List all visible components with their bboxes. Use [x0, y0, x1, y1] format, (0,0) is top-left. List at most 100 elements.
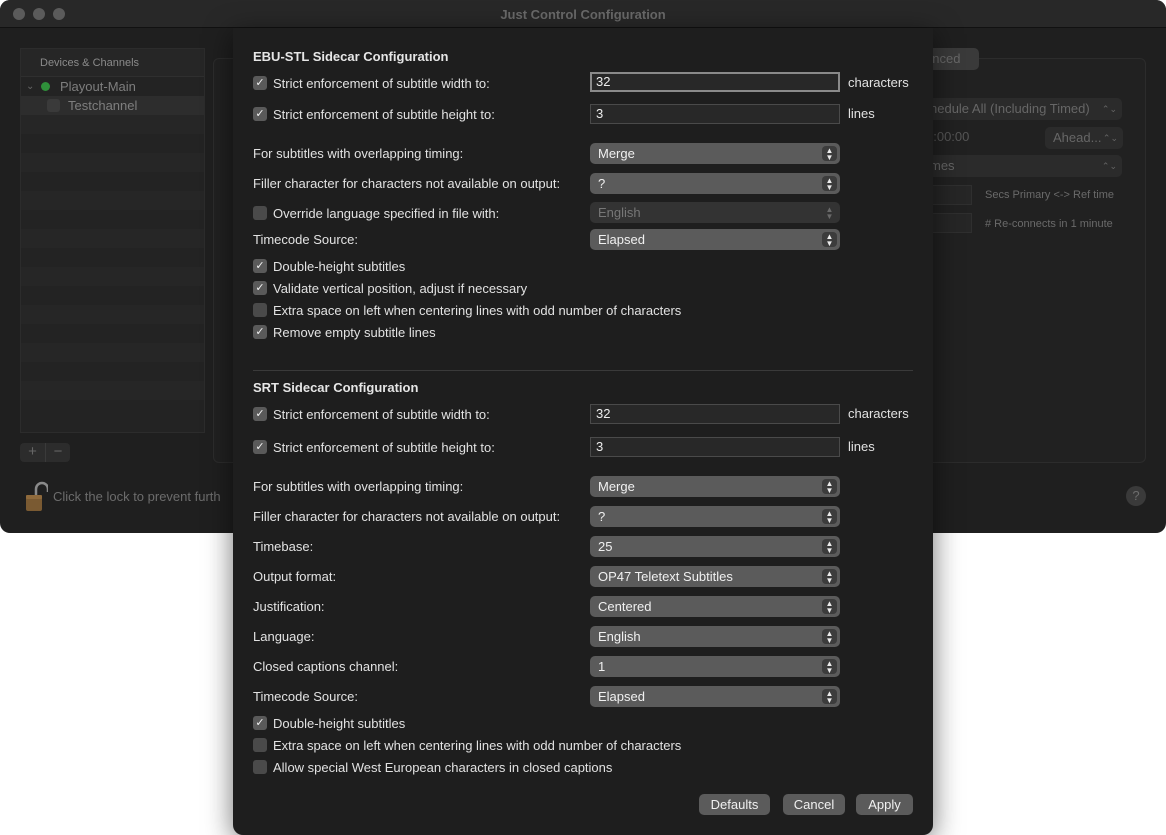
srt-justification-label: Justification: — [253, 599, 325, 614]
srt-width-field[interactable]: 32 — [590, 404, 840, 424]
frames-popup[interactable]: mes ⌃⌄ — [922, 155, 1122, 177]
ebu-extra-space-row[interactable]: Extra space on left when centering lines… — [253, 302, 681, 318]
ebu-height-checkbox-row[interactable]: ✓ Strict enforcement of subtitle height … — [253, 106, 495, 122]
checkbox-checked-icon[interactable]: ✓ — [253, 281, 267, 295]
ebu-section-title: EBU-STL Sidecar Configuration — [253, 49, 449, 64]
add-button[interactable]: + — [20, 443, 45, 462]
popup-arrows-icon: ▲ ▼ — [825, 205, 834, 221]
apply-button[interactable]: Apply — [856, 794, 913, 815]
ebu-overlap-popup[interactable]: Merge ▲ ▼ — [590, 143, 840, 164]
ebu-remove-empty-row[interactable]: ✓ Remove empty subtitle lines — [253, 324, 436, 340]
help-button[interactable]: ? — [1126, 486, 1146, 506]
ebu-validate-row[interactable]: ✓ Validate vertical position, adjust if … — [253, 280, 527, 296]
devices-channels-list: Devices & Channels ⌄ Playout-Main Testch… — [20, 48, 205, 433]
checkbox-checked-icon[interactable]: ✓ — [253, 440, 267, 454]
srt-timecode-popup[interactable]: Elapsed ▲ ▼ — [590, 686, 840, 707]
ebu-width-label: Strict enforcement of subtitle width to: — [273, 75, 490, 91]
srt-extra-space-label: Extra space on left when centering lines… — [273, 737, 682, 753]
checkbox-unchecked-icon[interactable] — [253, 303, 267, 317]
srt-justification-popup[interactable]: Centered ▲ ▼ — [590, 596, 840, 617]
sidecar-configuration-sheet: EBU-STL Sidecar Configuration ✓ Strict e… — [233, 28, 933, 835]
lock-icon[interactable] — [24, 480, 48, 512]
srt-west-european-label: Allow special West European characters i… — [273, 759, 613, 775]
cancel-button[interactable]: Cancel — [783, 794, 845, 815]
remove-button[interactable]: − — [45, 443, 70, 462]
ebu-double-height-label: Double-height subtitles — [273, 258, 406, 274]
ebu-filler-value: ? — [598, 176, 606, 191]
ebu-override-value: English — [598, 205, 641, 220]
offset-time-field[interactable]: 0:00:00 — [926, 127, 1036, 147]
srt-timebase-popup[interactable]: 25 ▲ ▼ — [590, 536, 840, 557]
popup-arrows-icon: ▲ ▼ — [822, 176, 837, 192]
checkbox-checked-icon[interactable]: ✓ — [253, 107, 267, 121]
srt-overlap-popup[interactable]: Merge ▲ ▼ — [590, 476, 840, 497]
device-name: Playout-Main — [60, 79, 136, 94]
popup-arrows-icon: ▲ ▼ — [822, 479, 837, 495]
srt-output-label: Output format: — [253, 569, 337, 584]
srt-double-height-row[interactable]: ✓ Double-height subtitles — [253, 715, 405, 731]
ebu-overlap-label: For subtitles with overlapping timing: — [253, 146, 464, 161]
srt-filler-value: ? — [598, 509, 606, 524]
srt-language-value: English — [598, 629, 641, 644]
srt-width-checkbox-row[interactable]: ✓ Strict enforcement of subtitle width t… — [253, 406, 490, 422]
ahead-popup[interactable]: Ahead... ⌃⌄ — [1045, 127, 1123, 149]
lock-message: Click the lock to prevent furth — [53, 489, 221, 504]
window-title: Just Control Configuration — [500, 7, 666, 22]
srt-language-popup[interactable]: English ▲ ▼ — [590, 626, 840, 647]
srt-output-value: OP47 Teletext Subtitles — [598, 569, 733, 584]
schedule-popup[interactable]: hedule All (Including Timed) ⌃⌄ — [922, 98, 1122, 120]
ahead-popup-value: Ahead... — [1053, 130, 1102, 145]
srt-extra-space-row[interactable]: Extra space on left when centering lines… — [253, 737, 681, 753]
ebu-override-checkbox-row[interactable]: Override language specified in file with… — [253, 205, 499, 221]
ebu-width-checkbox-row[interactable]: ✓ Strict enforcement of subtitle width t… — [253, 75, 490, 91]
ebu-timecode-popup[interactable]: Elapsed ▲ ▼ — [590, 229, 840, 250]
ebu-width-field[interactable]: 32 — [590, 72, 840, 92]
checkbox-checked-icon[interactable]: ✓ — [253, 259, 267, 273]
srt-cc-channel-popup[interactable]: 1 ▲ ▼ — [590, 656, 840, 677]
popup-arrows-icon: ▲ ▼ — [822, 659, 837, 675]
checkbox-checked-icon[interactable]: ✓ — [253, 407, 267, 421]
srt-filler-label: Filler character for characters not avai… — [253, 509, 561, 524]
schedule-popup-value: hedule All (Including Timed) — [930, 101, 1090, 116]
screen: Just Control Configuration Devices & Cha… — [0, 0, 1166, 835]
ebu-filler-label: Filler character for characters not avai… — [253, 176, 561, 191]
channel-checkbox[interactable] — [47, 99, 60, 112]
checkbox-unchecked-icon[interactable] — [253, 738, 267, 752]
checkbox-checked-icon[interactable]: ✓ — [253, 716, 267, 730]
srt-timebase-value: 25 — [598, 539, 613, 554]
channel-row-testchannel[interactable]: Testchannel — [21, 96, 204, 115]
channel-name: Testchannel — [68, 98, 138, 113]
chevron-down-icon[interactable]: ⌄ — [26, 77, 34, 96]
ebu-overlap-value: Merge — [598, 146, 635, 161]
popup-arrows-icon: ▲ ▼ — [822, 509, 837, 525]
device-row-playout-main[interactable]: ⌄ Playout-Main — [21, 77, 204, 96]
ebu-filler-popup[interactable]: ? ▲ ▼ — [590, 173, 840, 194]
ebu-width-unit: characters — [848, 75, 909, 90]
srt-height-unit: lines — [848, 439, 875, 454]
srt-filler-popup[interactable]: ? ▲ ▼ — [590, 506, 840, 527]
popup-arrows-icon: ▲ ▼ — [822, 146, 837, 162]
ebu-height-label: Strict enforcement of subtitle height to… — [273, 106, 495, 122]
srt-language-label: Language: — [253, 629, 315, 644]
ebu-height-unit: lines — [848, 106, 875, 121]
srt-timebase-label: Timebase: — [253, 539, 314, 554]
ebu-double-height-row[interactable]: ✓ Double-height subtitles — [253, 258, 405, 274]
srt-justification-value: Centered — [598, 599, 652, 614]
ebu-extra-space-label: Extra space on left when centering lines… — [273, 302, 682, 318]
section-divider — [253, 370, 913, 371]
srt-height-field[interactable]: 3 — [590, 437, 840, 457]
checkbox-checked-icon[interactable]: ✓ — [253, 325, 267, 339]
popup-arrows-icon: ⌃⌄ — [1102, 133, 1118, 143]
checkbox-checked-icon[interactable]: ✓ — [253, 76, 267, 90]
ebu-remove-empty-label: Remove empty subtitle lines — [273, 324, 436, 340]
status-dot-icon — [41, 82, 50, 91]
srt-west-european-row[interactable]: Allow special West European characters i… — [253, 759, 612, 775]
ebu-height-field[interactable]: 3 — [590, 104, 840, 124]
checkbox-unchecked-icon[interactable] — [253, 206, 267, 220]
defaults-button[interactable]: Defaults — [699, 794, 770, 815]
secs-primary-label: Secs Primary <-> Ref time — [985, 189, 1114, 201]
srt-cc-channel-label: Closed captions channel: — [253, 659, 399, 674]
srt-height-checkbox-row[interactable]: ✓ Strict enforcement of subtitle height … — [253, 439, 495, 455]
srt-output-popup[interactable]: OP47 Teletext Subtitles ▲ ▼ — [590, 566, 840, 587]
checkbox-unchecked-icon[interactable] — [253, 760, 267, 774]
